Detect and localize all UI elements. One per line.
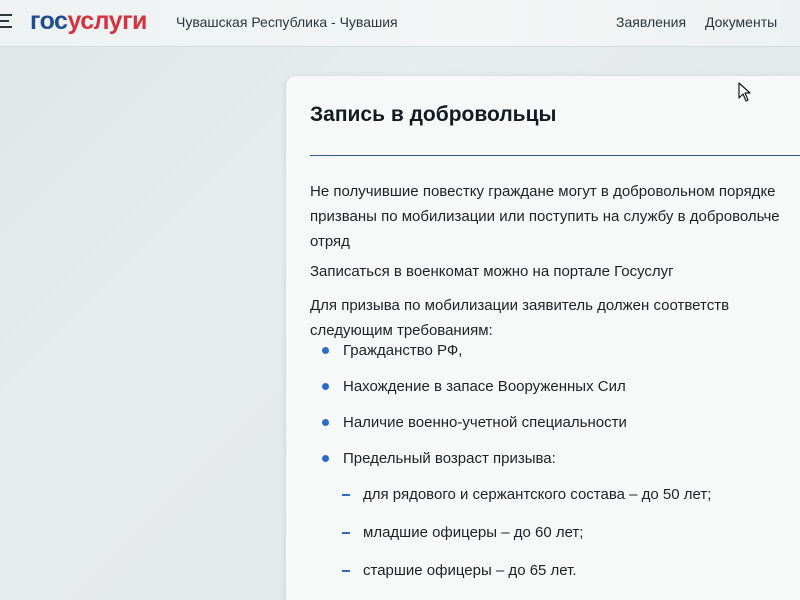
list-item-text: старшие офицеры – до 65 лет. <box>363 562 577 579</box>
top-header: госуслуги Чувашская Республика - Чувашия… <box>0 0 800 47</box>
portal-paragraph: Записаться в военкомат можно на портале … <box>310 263 674 280</box>
page-title: Запись в добровольцы <box>310 103 557 126</box>
nav-link-applications[interactable]: Заявления <box>616 14 686 30</box>
list-item-text: младшие офицеры – до 60 лет; <box>363 524 584 541</box>
nav-link-documents[interactable]: Документы <box>705 14 777 30</box>
intro-paragraph: Не получившие повестку граждане могут в … <box>310 179 800 254</box>
logo-part-uslugi: услуги <box>67 7 147 35</box>
gosuslugi-logo[interactable]: госуслуги <box>30 6 147 36</box>
requirements-line: Для призыва по мобилизации заявитель дол… <box>310 297 730 314</box>
region-selector[interactable]: Чувашская Республика - Чувашия <box>176 14 398 30</box>
dash-icon <box>342 570 350 572</box>
list-item-text: для рядового и сержантского состава – до… <box>363 486 712 503</box>
bullet-icon <box>322 419 329 426</box>
intro-line: призваны по мобилизации или поступить на… <box>310 208 780 225</box>
intro-line: Не получившие повестку граждане могут в … <box>310 183 776 200</box>
list-item-text: Нахождение в запасе Вооруженных Сил <box>343 378 626 395</box>
dash-icon <box>342 494 350 496</box>
content-card: Запись в добровольцы Не получившие повес… <box>286 76 800 600</box>
logo-part-gos: гос <box>30 7 68 35</box>
bullet-icon <box>322 347 329 354</box>
intro-line: отряд <box>310 233 350 250</box>
list-item-text: Гражданство РФ, <box>343 342 463 359</box>
bullet-icon <box>322 455 329 462</box>
menu-icon[interactable] <box>0 14 12 28</box>
requirements-paragraph: Для призыва по мобилизации заявитель дол… <box>310 293 800 343</box>
list-item-text: Предельный возраст призыва: <box>343 450 556 467</box>
list-item-text: Наличие военно-учетной специальности <box>343 414 627 431</box>
bullet-icon <box>322 383 329 390</box>
mouse-cursor-icon <box>738 82 751 102</box>
requirements-line: следующим требованиям: <box>310 322 493 339</box>
title-divider <box>310 155 800 156</box>
dash-icon <box>342 532 350 534</box>
